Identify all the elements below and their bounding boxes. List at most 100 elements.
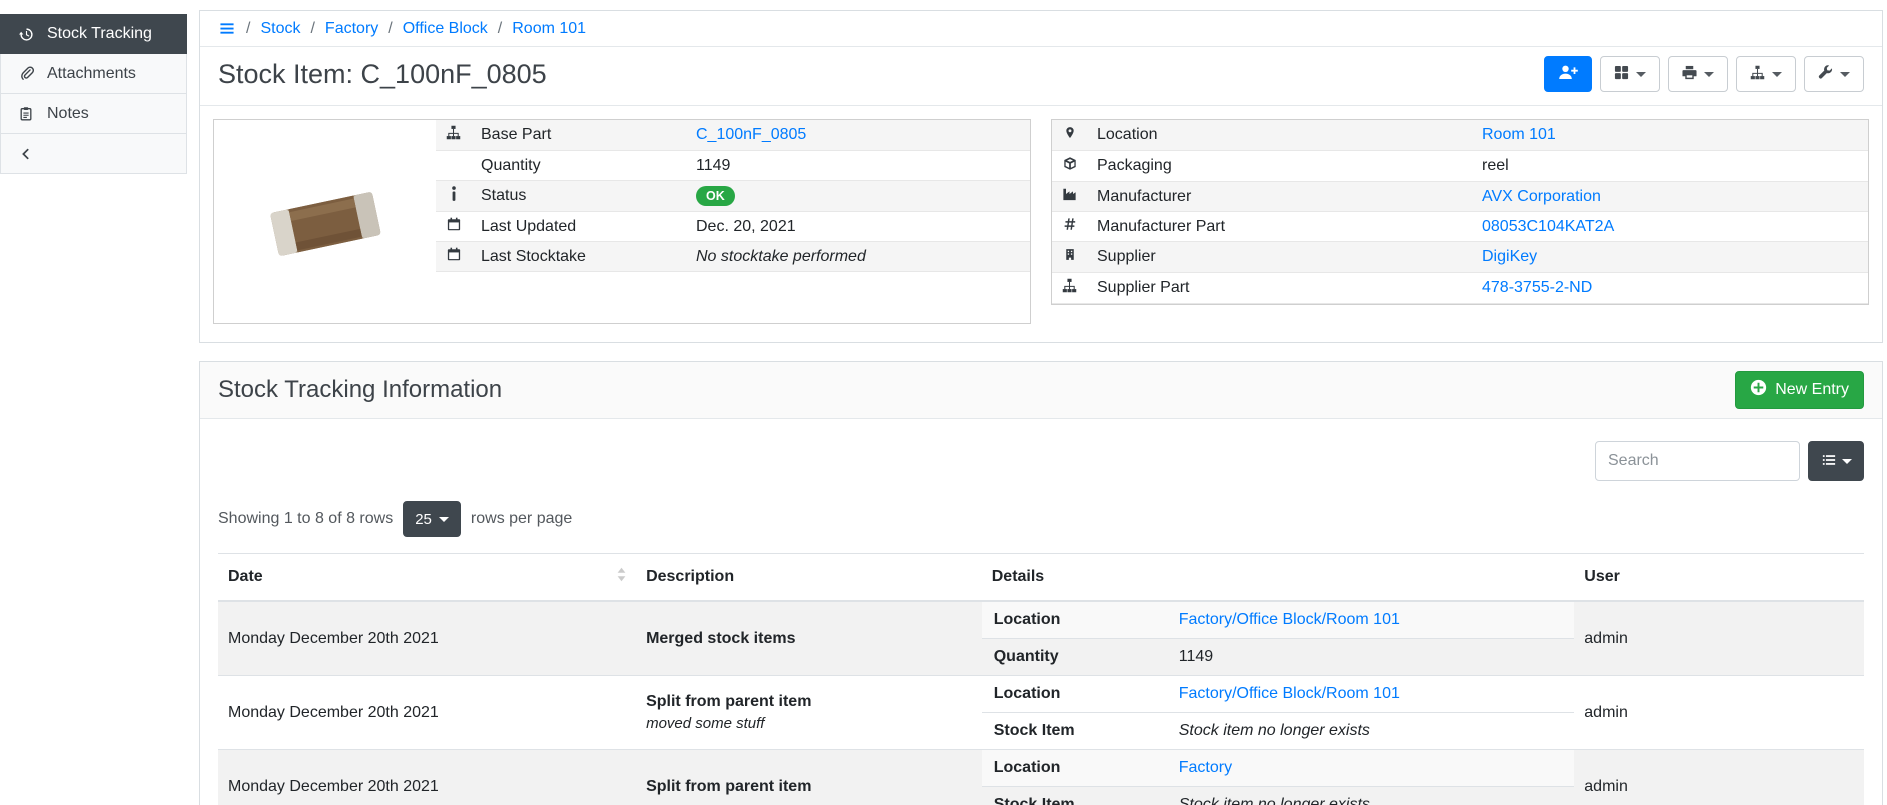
main-content: / Stock / Factory / Office Block / Room … bbox=[187, 0, 1887, 805]
sidebar-item-attachments[interactable]: Attachments bbox=[0, 54, 187, 94]
breadcrumb-link-factory[interactable]: Factory bbox=[325, 20, 378, 38]
info-row-last-updated: Last Updated Dec. 20, 2021 bbox=[436, 212, 1030, 242]
info-label: Quantity bbox=[471, 151, 686, 181]
item-detail-panels: Base Part C_100nF_0805 Quantity 1149 Sta… bbox=[200, 106, 1882, 342]
stock-adjust-button[interactable] bbox=[1544, 56, 1592, 92]
user-plus-icon bbox=[1558, 64, 1578, 84]
menu-bars-icon[interactable] bbox=[218, 21, 236, 36]
info-row-supplier: Supplier DigiKey bbox=[1052, 242, 1868, 273]
manufacturer-part-link[interactable]: 08053C104KAT2A bbox=[1482, 218, 1614, 235]
clipboard-icon bbox=[17, 106, 35, 121]
detail-row: Location Factory/Office Block/Room 101 bbox=[982, 676, 1575, 713]
tracking-header: Stock Tracking Information New Entry bbox=[200, 362, 1882, 419]
breadcrumb-link-stock[interactable]: Stock bbox=[260, 20, 300, 38]
info-row-manufacturer: Manufacturer AVX Corporation bbox=[1052, 182, 1868, 212]
detail-location-link[interactable]: Factory/Office Block/Room 101 bbox=[1179, 611, 1400, 628]
purchase-info-panel: Location Room 101 Packaging reel Manufac… bbox=[1051, 119, 1869, 305]
supplier-link[interactable]: DigiKey bbox=[1482, 248, 1537, 265]
detail-location-link[interactable]: Factory/Office Block/Room 101 bbox=[1179, 685, 1400, 702]
info-row-status: Status OK bbox=[436, 181, 1030, 212]
manufacturer-link[interactable]: AVX Corporation bbox=[1482, 188, 1601, 205]
showing-rows-text: Showing 1 to 8 of 8 rows bbox=[218, 510, 393, 528]
table-header-row: Date Description Details User bbox=[218, 554, 1864, 602]
info-row-base-part: Base Part C_100nF_0805 bbox=[436, 120, 1030, 151]
detail-label: Location bbox=[982, 750, 1167, 787]
detail-label: Location bbox=[982, 602, 1167, 639]
description-cell: Split from parent item moved some stuff bbox=[636, 676, 982, 750]
detail-label: Quantity bbox=[982, 639, 1167, 676]
caret-down-icon bbox=[1772, 72, 1782, 77]
tracking-body: Showing 1 to 8 of 8 rows 25 rows per pag… bbox=[200, 419, 1882, 805]
location-link[interactable]: Room 101 bbox=[1482, 126, 1556, 143]
date-cell: Monday December 20th 2021 bbox=[218, 750, 636, 805]
new-entry-label: New Entry bbox=[1775, 381, 1849, 399]
info-label: Location bbox=[1087, 120, 1472, 151]
description-cell: Split from parent item bbox=[636, 750, 982, 805]
info-label: Status bbox=[471, 181, 686, 212]
detail-row: Location Factory bbox=[982, 750, 1575, 787]
tracking-row: Monday December 20th 2021 Split from par… bbox=[218, 750, 1864, 805]
details-cell: Location Factory Stock Item Stock item n… bbox=[982, 750, 1575, 805]
printer-icon bbox=[1682, 65, 1697, 84]
admin-dropdown-button[interactable] bbox=[1804, 56, 1864, 92]
user-cell: admin bbox=[1574, 750, 1864, 805]
wrench-icon bbox=[1818, 65, 1833, 84]
description-cell: Merged stock items bbox=[636, 601, 982, 676]
supplier-part-link[interactable]: 478-3755-2-ND bbox=[1482, 279, 1592, 296]
sidebar-collapse-button[interactable] bbox=[0, 134, 187, 174]
sidebar-item-stock-tracking[interactable]: Stock Tracking bbox=[0, 14, 187, 54]
page-header: Stock Item: C_100nF_0805 bbox=[200, 47, 1882, 106]
toolbar bbox=[1544, 56, 1864, 92]
part-thumbnail[interactable] bbox=[214, 120, 436, 323]
caret-down-icon bbox=[1840, 72, 1850, 77]
detail-location-link[interactable]: Factory bbox=[1179, 759, 1232, 776]
column-header-details: Details bbox=[982, 554, 1575, 602]
view-grid-dropdown-button[interactable] bbox=[1600, 56, 1660, 92]
page-size-dropdown[interactable]: 25 bbox=[403, 501, 461, 537]
columns-dropdown-button[interactable] bbox=[1808, 441, 1864, 481]
page-size-value: 25 bbox=[415, 511, 432, 528]
breadcrumb-link-office-block[interactable]: Office Block bbox=[403, 20, 488, 38]
detail-row: Quantity 1149 bbox=[982, 639, 1575, 676]
tracking-table: Date Description Details User Mo bbox=[218, 553, 1864, 805]
stock-actions-dropdown-button[interactable] bbox=[1736, 56, 1796, 92]
capacitor-image bbox=[245, 162, 405, 282]
detail-value: Stock item no longer exists bbox=[1179, 796, 1370, 805]
date-cell: Monday December 20th 2021 bbox=[218, 676, 636, 750]
info-icon bbox=[451, 188, 457, 205]
info-row-location: Location Room 101 bbox=[1052, 120, 1868, 151]
item-info-table: Base Part C_100nF_0805 Quantity 1149 Sta… bbox=[436, 120, 1030, 272]
sitemap-icon bbox=[1750, 65, 1765, 84]
sort-icon bbox=[617, 567, 626, 587]
sidebar-item-label: Stock Tracking bbox=[47, 25, 152, 43]
new-entry-button[interactable]: New Entry bbox=[1735, 371, 1864, 409]
caret-down-icon bbox=[439, 517, 449, 522]
section-title: Stock Tracking Information bbox=[218, 376, 502, 404]
description-text: Split from parent item bbox=[646, 778, 972, 796]
breadcrumb-separator: / bbox=[246, 20, 250, 38]
info-label: Manufacturer Part bbox=[1087, 212, 1472, 242]
info-label: Packaging bbox=[1087, 151, 1472, 182]
caret-down-icon bbox=[1842, 459, 1852, 464]
detail-value: 1149 bbox=[1179, 648, 1213, 665]
stock-item-card: / Stock / Factory / Office Block / Room … bbox=[199, 10, 1883, 343]
info-row-last-stocktake: Last Stocktake No stocktake performed bbox=[436, 242, 1030, 272]
hashtag-icon bbox=[1063, 218, 1076, 235]
sidebar-item-label: Attachments bbox=[47, 65, 136, 83]
page-title: Stock Item: C_100nF_0805 bbox=[218, 59, 547, 90]
grid-icon bbox=[1614, 65, 1629, 84]
base-part-link[interactable]: C_100nF_0805 bbox=[696, 126, 806, 143]
print-dropdown-button[interactable] bbox=[1668, 56, 1728, 92]
info-row-supplier-part: Supplier Part 478-3755-2-ND bbox=[1052, 273, 1868, 304]
info-label: Last Updated bbox=[471, 212, 686, 242]
sidebar: Stock Tracking Attachments Notes bbox=[0, 0, 187, 805]
column-header-date[interactable]: Date bbox=[218, 554, 636, 602]
date-cell: Monday December 20th 2021 bbox=[218, 601, 636, 676]
search-input[interactable] bbox=[1595, 441, 1800, 481]
box-icon bbox=[1063, 158, 1077, 175]
plus-circle-icon bbox=[1750, 379, 1767, 401]
breadcrumb-link-room-101[interactable]: Room 101 bbox=[512, 20, 586, 38]
column-header-user: User bbox=[1574, 554, 1864, 602]
sidebar-item-notes[interactable]: Notes bbox=[0, 94, 187, 134]
info-row-manufacturer-part: Manufacturer Part 08053C104KAT2A bbox=[1052, 212, 1868, 242]
